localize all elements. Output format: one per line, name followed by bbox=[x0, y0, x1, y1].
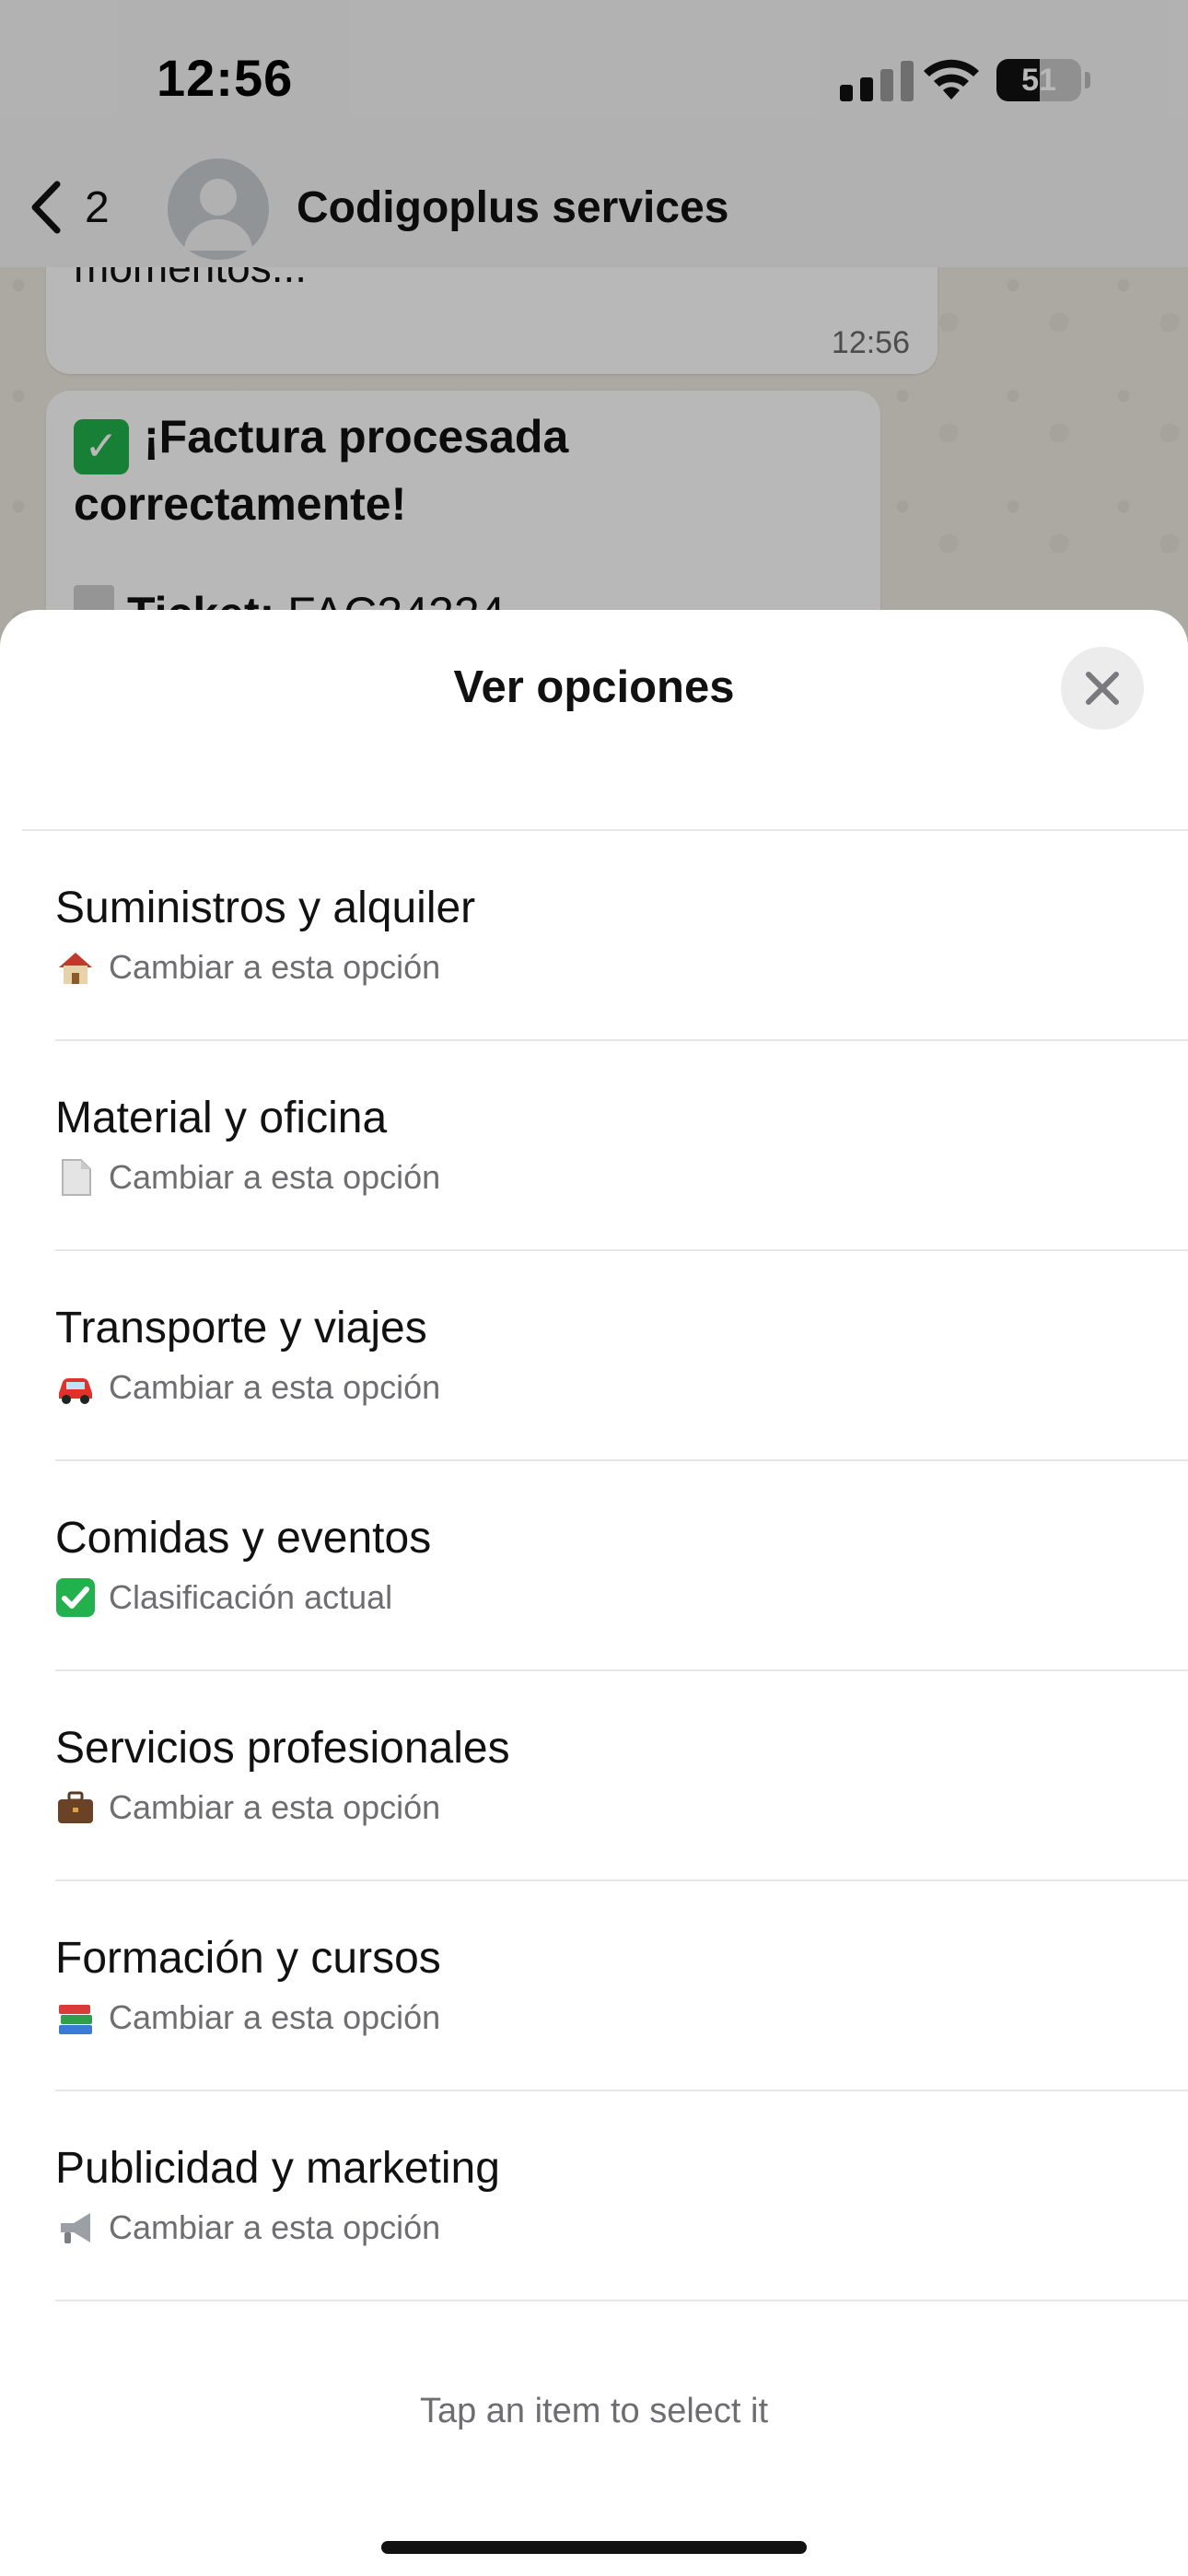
option-item[interactable]: Formación y cursos Cambiar a esta opción bbox=[0, 1881, 1188, 2091]
option-subtitle-text: Cambiar a esta opción bbox=[109, 1158, 441, 1196]
option-subtitle: Cambiar a esta opción bbox=[55, 2206, 440, 2250]
option-subtitle-text: Clasificación actual bbox=[109, 1578, 393, 1616]
sheet-hint: Tap an item to select it bbox=[419, 2392, 769, 2430]
option-item[interactable]: Transporte y viajes Cambiar a esta opció… bbox=[0, 1251, 1188, 1461]
option-label: Formación y cursos bbox=[55, 1934, 441, 1983]
option-subtitle: Cambiar a esta opción bbox=[55, 945, 440, 989]
books-icon bbox=[59, 2005, 92, 2034]
option-label: Comidas y eventos bbox=[55, 1514, 432, 1563]
home-indicator[interactable] bbox=[381, 2541, 807, 2554]
option-list: Suministros y alquiler Cambiar a esta op… bbox=[0, 831, 1188, 2301]
options-sheet: Ver opciones Suministros y alquiler Camb… bbox=[0, 610, 1188, 2576]
option-subtitle-text: Cambiar a esta opción bbox=[109, 1788, 441, 1826]
option-subtitle-text: Cambiar a esta opción bbox=[109, 2208, 441, 2246]
sheet-title: Ver opciones bbox=[453, 662, 735, 712]
option-label: Servicios profesionales bbox=[55, 1724, 510, 1773]
option-subtitle-text: Cambiar a esta opción bbox=[109, 948, 441, 986]
house-icon bbox=[59, 953, 92, 984]
option-subtitle: Clasificación actual bbox=[55, 1575, 392, 1620]
option-item-selected[interactable]: Comidas y eventos Clasificación actual bbox=[0, 1461, 1188, 1671]
option-item[interactable]: Material y oficina Cambiar a esta opción bbox=[0, 1041, 1188, 1251]
option-subtitle: Cambiar a esta opción bbox=[55, 1996, 440, 2040]
close-icon bbox=[1086, 672, 1119, 705]
check-mark-icon bbox=[56, 1578, 95, 1617]
option-label: Suministros y alquiler bbox=[55, 884, 476, 932]
megaphone-icon bbox=[61, 2213, 90, 2243]
option-item[interactable]: Publicidad y marketing Cambiar a esta op… bbox=[0, 2091, 1188, 2301]
divider bbox=[55, 2300, 1188, 2301]
option-item[interactable]: Suministros y alquiler Cambiar a esta op… bbox=[0, 831, 1188, 1041]
option-label: Material y oficina bbox=[55, 1094, 388, 1142]
option-subtitle-text: Cambiar a esta opción bbox=[109, 1368, 441, 1406]
option-label: Transporte y viajes bbox=[55, 1304, 427, 1352]
option-label: Publicidad y marketing bbox=[55, 2144, 500, 2193]
option-item[interactable]: Servicios profesionales Cambiar a esta o… bbox=[0, 1671, 1188, 1881]
document-icon bbox=[62, 1159, 91, 1196]
option-subtitle: Cambiar a esta opción bbox=[55, 1365, 440, 1410]
option-subtitle-text: Cambiar a esta opción bbox=[109, 1998, 441, 2036]
close-button[interactable] bbox=[1061, 647, 1144, 730]
option-subtitle: Cambiar a esta opción bbox=[55, 1786, 440, 1830]
car-icon bbox=[59, 1378, 92, 1404]
briefcase-icon bbox=[58, 1791, 93, 1823]
option-subtitle: Cambiar a esta opción bbox=[55, 1155, 440, 1200]
